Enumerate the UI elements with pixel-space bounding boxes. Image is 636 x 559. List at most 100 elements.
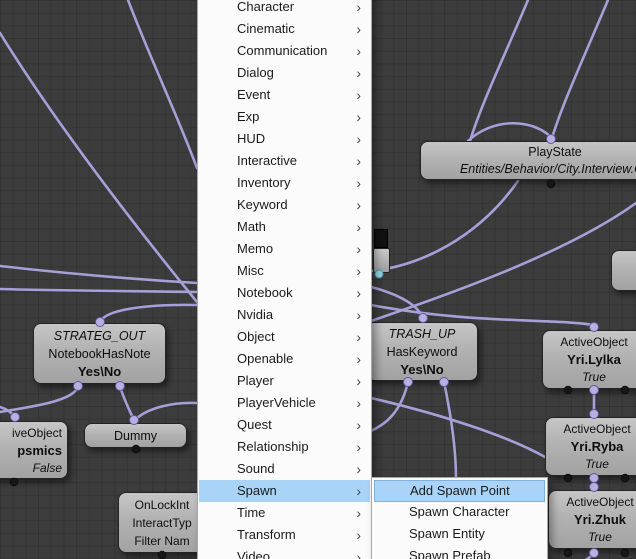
chevron-right-icon: › (356, 483, 361, 499)
port-unconnected[interactable] (563, 548, 573, 558)
node-line2: InteractTyp (132, 515, 192, 530)
node-activeobject-zhuk[interactable]: ActiveObject Yri.Zhuk True (548, 490, 636, 549)
chevron-right-icon: › (356, 197, 361, 213)
submenu-item-label: Spawn Entity (409, 526, 485, 541)
menu-item-exp[interactable]: Exp › (199, 106, 370, 128)
menu-item-video[interactable]: Video › (199, 546, 370, 559)
menu-item-label: Dialog (237, 65, 274, 80)
chevron-right-icon: › (356, 417, 361, 433)
node-playstate[interactable]: PlayState Entities/Behavior/City.Intervi… (420, 141, 636, 180)
menu-item-label: Misc (237, 263, 264, 278)
menu-item-label: Nvidia (237, 307, 274, 322)
chevron-right-icon: › (356, 329, 361, 345)
chevron-right-icon: › (356, 153, 361, 169)
menu-item-label: Spawn (237, 483, 277, 498)
menu-item-label: Notebook (237, 285, 293, 300)
menu-item-label: HUD (237, 131, 266, 146)
node-behind-menu-dark (374, 229, 388, 248)
submenu-item-spawn-prefab[interactable]: Spawn Prefab (374, 546, 545, 559)
menu-item-transform[interactable]: Transform › (199, 524, 370, 546)
menu-item-label: Player (237, 373, 274, 388)
chevron-right-icon: › (356, 373, 361, 389)
node-tag: TRASH_UP (388, 326, 456, 341)
menu-item-time[interactable]: Time › (199, 502, 370, 524)
menu-item-label: Keyword (237, 197, 288, 212)
menu-item-cinematic[interactable]: Cinematic › (199, 18, 370, 40)
chevron-right-icon: › (356, 351, 361, 367)
node-function: HasKeyword (386, 344, 458, 359)
submenu-item-add-spawn-point[interactable]: Add Spawn Point (374, 480, 545, 502)
menu-item-label: Cinematic (237, 21, 295, 36)
node-name: Yri.Lylka (567, 352, 621, 367)
node-graph-editor: { "colors": { "canvas_bg": "#3c3c3c", "w… (0, 0, 636, 559)
chevron-right-icon: › (356, 175, 361, 191)
menu-item-label: Sound (237, 461, 275, 476)
menu-item-object[interactable]: Object › (199, 326, 370, 348)
node-trash-up[interactable]: TRASH_UP HasKeyword Yes\No (366, 322, 478, 381)
chevron-right-icon: › (356, 285, 361, 301)
spawn-submenu: Add Spawn Point Spawn Character Spawn En… (371, 477, 548, 559)
submenu-item-spawn-entity[interactable]: Spawn Entity (374, 524, 545, 546)
node-clipped-right[interactable] (611, 250, 636, 291)
chevron-right-icon: › (356, 109, 361, 125)
menu-item-communication[interactable]: Communication › (199, 40, 370, 62)
node-value: False (32, 460, 62, 475)
menu-item-quest[interactable]: Quest › (199, 414, 370, 436)
chevron-right-icon: › (356, 65, 361, 81)
menu-item-label: Transform (237, 527, 296, 542)
node-type: ActiveObject (560, 335, 628, 349)
menu-item-nvidia[interactable]: Nvidia › (199, 304, 370, 326)
port-unconnected[interactable] (546, 179, 556, 189)
context-menu: Character › Cinematic › Communication › Dia… (197, 0, 372, 559)
menu-item-player[interactable]: Player › (199, 370, 370, 392)
submenu-item-label: Spawn Character (409, 504, 510, 519)
node-subtitle: Entities/Behavior/City.Interview.Ch (459, 162, 636, 176)
node-type: ActiveObject (563, 422, 631, 436)
menu-item-label: Video (237, 549, 271, 559)
node-onlockinteract[interactable]: OnLockInt InteractTyp Filter Nam (118, 492, 206, 553)
menu-item-label: Relationship (237, 439, 309, 454)
menu-item-label: Exp (237, 109, 260, 124)
node-activeobject-ryba[interactable]: ActiveObject Yri.Ryba True (545, 417, 636, 476)
menu-item-keyword[interactable]: Keyword › (199, 194, 370, 216)
node-behind-menu-gray[interactable] (373, 248, 390, 273)
node-name: psmics (17, 442, 62, 458)
node-activeobject-clipped[interactable]: iveObject psmics False (0, 421, 68, 479)
node-strateg-out[interactable]: STRATEG_OUT NotebookHasNote Yes\No (33, 323, 166, 384)
menu-item-label: Interactive (237, 153, 297, 168)
menu-item-event[interactable]: Event › (199, 84, 370, 106)
menu-item-character[interactable]: Character › (199, 0, 370, 18)
node-type: iveObject (11, 425, 62, 440)
menu-item-label: Communication (237, 43, 328, 58)
menu-item-spawn[interactable]: Spawn › (199, 480, 370, 502)
menu-item-interactive[interactable]: Interactive › (199, 150, 370, 172)
chevron-right-icon: › (356, 461, 361, 477)
menu-item-math[interactable]: Math › (199, 216, 370, 238)
menu-item-inventory[interactable]: Inventory › (199, 172, 370, 194)
chevron-right-icon: › (356, 43, 361, 59)
port-unconnected[interactable] (9, 477, 19, 487)
port-unconnected[interactable] (620, 548, 630, 558)
node-name: Yri.Zhuk (573, 512, 626, 527)
node-value: True (585, 457, 609, 471)
node-activeobject-lylka[interactable]: ActiveObject Yri.Lylka True (542, 330, 636, 389)
menu-item-label: Inventory (237, 175, 291, 190)
menu-item-notebook[interactable]: Notebook › (199, 282, 370, 304)
menu-item-hud[interactable]: HUD › (199, 128, 370, 150)
menu-item-sound[interactable]: Sound › (199, 458, 370, 480)
submenu-item-spawn-character[interactable]: Spawn Character (374, 502, 545, 524)
menu-item-openable[interactable]: Openable › (199, 348, 370, 370)
node-dummy[interactable]: Dummy (84, 423, 187, 448)
node-title: Dummy (113, 428, 158, 443)
node-tag: STRATEG_OUT (53, 328, 146, 343)
menu-item-relationship[interactable]: Relationship › (199, 436, 370, 458)
menu-item-memo[interactable]: Memo › (199, 238, 370, 260)
port[interactable] (589, 548, 599, 558)
menu-item-label: PlayerVehicle (237, 395, 316, 410)
menu-item-playervehicle[interactable]: PlayerVehicle › (199, 392, 370, 414)
node-line3: Filter Nam (134, 533, 190, 548)
menu-item-misc[interactable]: Misc › (199, 260, 370, 282)
chevron-right-icon: › (356, 0, 361, 15)
chevron-right-icon: › (356, 505, 361, 521)
menu-item-dialog[interactable]: Dialog › (199, 62, 370, 84)
